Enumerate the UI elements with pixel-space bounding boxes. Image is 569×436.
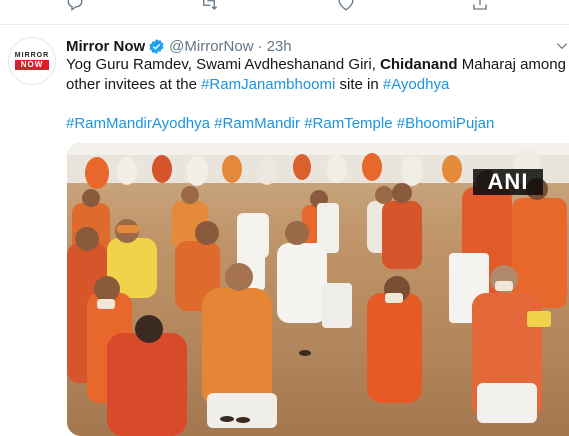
- tweet-header: Mirror Now @MirrorNow · 23h: [66, 36, 292, 56]
- hashtag-link[interactable]: #RamMandirAyodhya: [66, 115, 210, 132]
- retweet-icon[interactable]: [200, 0, 222, 12]
- tweet-card[interactable]: MIRROR NOW Mirror Now @MirrorNow · 23h Y…: [0, 25, 569, 436]
- author-name[interactable]: Mirror Now: [66, 38, 145, 55]
- caret-down-icon[interactable]: [555, 39, 569, 53]
- like-icon[interactable]: [337, 0, 359, 12]
- hashtag-link[interactable]: #Ayodhya: [383, 76, 449, 93]
- tweet-text-part: site in: [335, 76, 383, 93]
- tweet-timestamp[interactable]: 23h: [267, 38, 292, 55]
- hashtag-line: #RamMandirAyodhya #RamMandir #RamTemple …: [66, 114, 566, 134]
- tweet-text-bold: Chidanand: [380, 56, 458, 73]
- tweet-text-part: Yog Guru Ramdev, Swami Avdheshanand Giri…: [66, 56, 381, 73]
- avatar-logo-bottom: NOW: [15, 60, 49, 70]
- media-watermark-logo: ANI: [473, 169, 543, 195]
- tweet-text: Yog Guru Ramdev, Swami Avdheshanand Giri…: [66, 55, 566, 95]
- previous-tweet-actions: [0, 0, 569, 24]
- author-handle[interactable]: @MirrorNow: [169, 38, 253, 55]
- tweet-media-photo[interactable]: ANI: [67, 143, 569, 436]
- reply-icon[interactable]: [66, 0, 88, 12]
- verified-badge-icon: [148, 38, 165, 55]
- hashtag-link[interactable]: #BhoomiPujan: [397, 115, 495, 132]
- hashtag-link[interactable]: #RamMandir: [214, 115, 300, 132]
- avatar-logo-top: MIRROR: [14, 52, 50, 59]
- hashtag-link[interactable]: #RamJanambhoomi: [201, 76, 335, 93]
- separator-dot: ·: [257, 37, 263, 55]
- avatar[interactable]: MIRROR NOW: [8, 37, 56, 85]
- hashtag-link[interactable]: #RamTemple: [304, 115, 392, 132]
- share-icon[interactable]: [471, 0, 493, 12]
